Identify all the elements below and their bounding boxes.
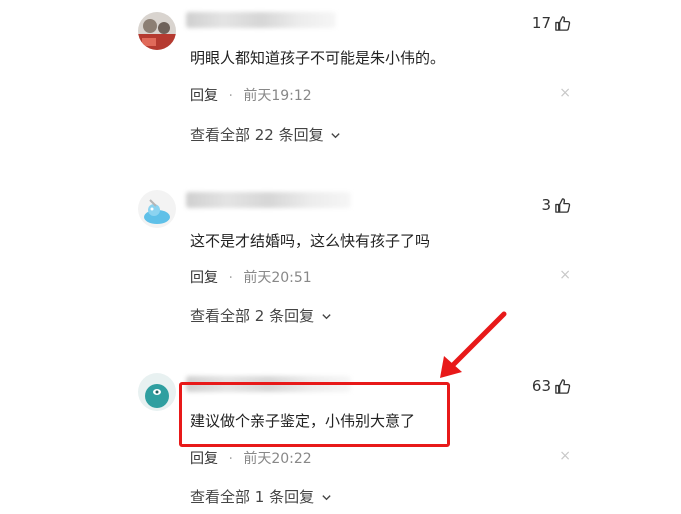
close-icon[interactable]: ×: [559, 267, 571, 283]
thumbs-up-icon: [555, 197, 571, 213]
avatar-image: [138, 373, 176, 411]
thumbs-up-icon: [555, 378, 571, 394]
highlight-box: [179, 382, 450, 447]
view-all-replies-button[interactable]: 查看全部 2 条回复: [190, 305, 332, 326]
avatar-image: [138, 12, 176, 50]
meta-separator: ·: [228, 270, 233, 286]
red-arrow-icon: [440, 311, 507, 378]
like-count: 3: [541, 196, 551, 214]
comment-meta: 回复 · 前天19:12: [190, 85, 312, 105]
like-button[interactable]: 3: [541, 196, 571, 214]
username-blurred: [186, 12, 336, 28]
like-count: 17: [531, 14, 551, 32]
comment-text: 这不是才结婚吗，这么快有孩子了吗: [190, 232, 431, 250]
reply-button[interactable]: 回复: [190, 451, 218, 467]
thumbs-up-icon: [555, 15, 571, 31]
like-button[interactable]: 63: [532, 377, 571, 395]
view-all-replies-button[interactable]: 查看全部 22 条回复: [190, 124, 341, 145]
meta-separator: ·: [228, 451, 233, 467]
comment-time: 前天20:51: [243, 270, 312, 286]
reply-button[interactable]: 回复: [190, 88, 218, 104]
avatar[interactable]: [138, 190, 176, 228]
chevron-down-icon: [322, 314, 331, 320]
close-icon[interactable]: ×: [559, 448, 571, 464]
view-all-replies-label: 查看全部 2 条回复: [190, 307, 315, 325]
view-all-replies-button[interactable]: 查看全部 1 条回复: [190, 486, 332, 507]
username-blurred: [186, 192, 351, 208]
comment-time: 前天19:12: [243, 88, 312, 104]
comment-time: 前天20:22: [243, 451, 312, 467]
close-icon[interactable]: ×: [559, 85, 571, 101]
comment-meta: 回复 · 前天20:22: [190, 448, 312, 468]
reply-button[interactable]: 回复: [190, 270, 218, 286]
comment-text: 明眼人都知道孩子不可能是朱小伟的。: [190, 49, 446, 67]
avatar[interactable]: [138, 12, 176, 50]
like-button[interactable]: 17: [532, 14, 571, 32]
comment-meta: 回复 · 前天20:51: [190, 267, 312, 287]
meta-separator: ·: [228, 88, 233, 104]
like-count: 63: [531, 377, 551, 395]
chevron-down-icon: [322, 495, 331, 501]
avatar[interactable]: [138, 373, 176, 411]
avatar-image: [138, 190, 176, 228]
view-all-replies-label: 查看全部 1 条回复: [190, 488, 315, 506]
chevron-down-icon: [331, 133, 341, 139]
view-all-replies-label: 查看全部 22 条回复: [190, 126, 324, 144]
